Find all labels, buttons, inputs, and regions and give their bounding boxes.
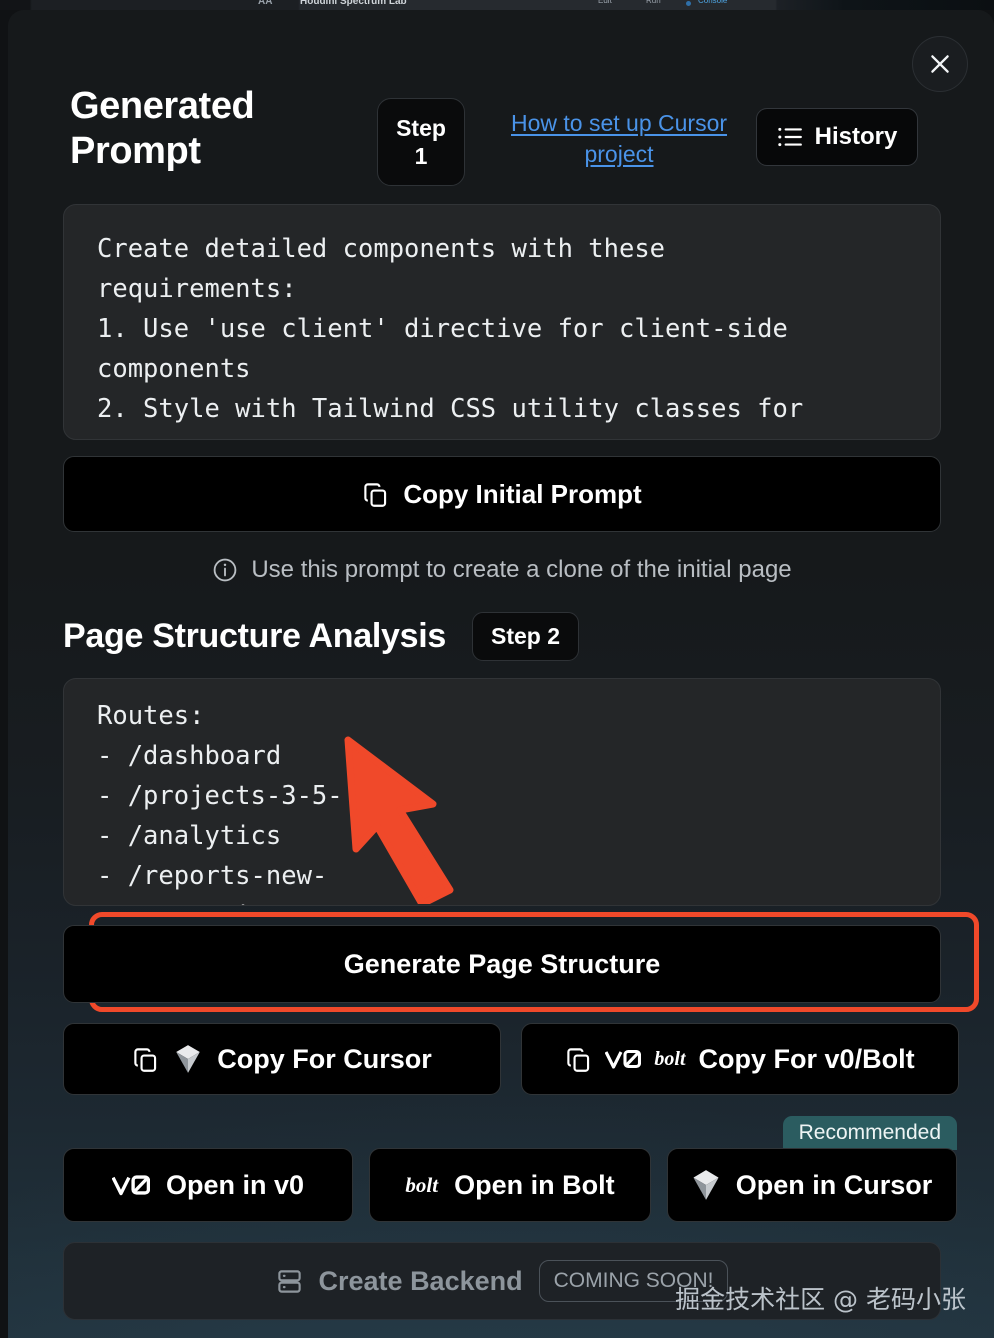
server-icon xyxy=(276,1268,303,1295)
open-in-bolt-button[interactable]: bolt Open in Bolt xyxy=(369,1148,651,1222)
step-1-number: 1 xyxy=(414,143,428,169)
open-in-bolt-label: Open in Bolt xyxy=(454,1169,615,1200)
page-structure-title: Page Structure Analysis xyxy=(63,616,446,655)
generate-page-structure-label: Generate Page Structure xyxy=(343,948,661,979)
generated-prompt-modal: Generated Prompt Step 1 How to set up Cu… xyxy=(8,10,994,1338)
step-2-badge: Step 2 xyxy=(472,611,580,661)
watermark: 掘金技术社区 @ 老码小张 xyxy=(675,1285,966,1314)
open-in-cursor-group: Recommended Open in Cursor xyxy=(667,1116,957,1222)
info-icon xyxy=(212,557,238,583)
create-backend-label: Create Backend xyxy=(318,1265,523,1296)
recommended-badge: Recommended xyxy=(782,1116,957,1150)
aa-icon: AA xyxy=(258,0,273,7)
bolt-logo-icon: bolt xyxy=(654,1047,686,1070)
bolt-logo-icon: bolt xyxy=(405,1172,439,1197)
prompt-hint: Use this prompt to create a clone of the… xyxy=(63,550,941,590)
modal-header: Generated Prompt Step 1 How to set up Cu… xyxy=(62,74,942,204)
step-1-badge: Step 1 xyxy=(377,98,465,186)
background-window-title: Houdini Spectrum Lab xyxy=(300,0,407,7)
copy-for-cursor-button[interactable]: Copy For Cursor xyxy=(63,1023,501,1095)
background-window-strip: AA Houdini Spectrum Lab Edit Run Console xyxy=(0,0,994,10)
v0-logo-icon xyxy=(111,1173,150,1197)
copy-initial-prompt-button[interactable]: Copy Initial Prompt xyxy=(63,456,941,532)
copy-for-cursor-label: Copy For Cursor xyxy=(217,1043,432,1074)
copy-icon xyxy=(132,1046,159,1073)
routes-panel[interactable]: Routes: - /dashboard - /projects-3-5- - … xyxy=(63,678,941,906)
cursor-logo-icon xyxy=(175,1044,201,1074)
open-in-cursor-button[interactable]: Open in Cursor xyxy=(667,1148,957,1222)
generated-prompt-text: Create detailed components with these re… xyxy=(97,234,804,424)
copy-for-v0-bolt-button[interactable]: bolt Copy For v0/Bolt xyxy=(521,1023,959,1095)
open-in-cursor-label: Open in Cursor xyxy=(735,1169,933,1200)
step-1-label: Step xyxy=(396,114,446,141)
copy-icon xyxy=(565,1046,592,1073)
generated-prompt-panel[interactable]: Create detailed components with these re… xyxy=(63,204,941,440)
generate-page-structure-button[interactable]: Generate Page Structure xyxy=(63,925,941,1003)
page-title: Generated Prompt xyxy=(70,85,255,172)
background-menu-edit[interactable]: Edit xyxy=(598,0,612,5)
list-icon xyxy=(777,126,803,148)
v0-logo-icon xyxy=(605,1048,642,1070)
page-structure-section-header: Page Structure Analysis Step 2 xyxy=(63,610,941,662)
background-menu-run[interactable]: Run xyxy=(646,0,661,5)
background-menu-console[interactable]: Console xyxy=(698,0,727,5)
background-status-dot xyxy=(686,1,691,6)
copy-icon xyxy=(362,481,389,508)
open-in-v0-label: Open in v0 xyxy=(165,1169,305,1200)
history-button-label: History xyxy=(814,123,898,150)
history-button[interactable]: History xyxy=(756,108,918,166)
copy-for-v0-bolt-label: Copy For v0/Bolt xyxy=(698,1043,915,1074)
copy-initial-prompt-label: Copy Initial Prompt xyxy=(403,478,642,509)
setup-cursor-project-link[interactable]: How to set up Cursor project xyxy=(494,108,744,170)
routes-text: Routes: - /dashboard - /projects-3-5- - … xyxy=(97,701,343,905)
open-in-v0-button[interactable]: Open in v0 xyxy=(63,1148,353,1222)
prompt-hint-text: Use this prompt to create a clone of the… xyxy=(251,556,792,583)
cursor-logo-icon xyxy=(692,1169,720,1201)
